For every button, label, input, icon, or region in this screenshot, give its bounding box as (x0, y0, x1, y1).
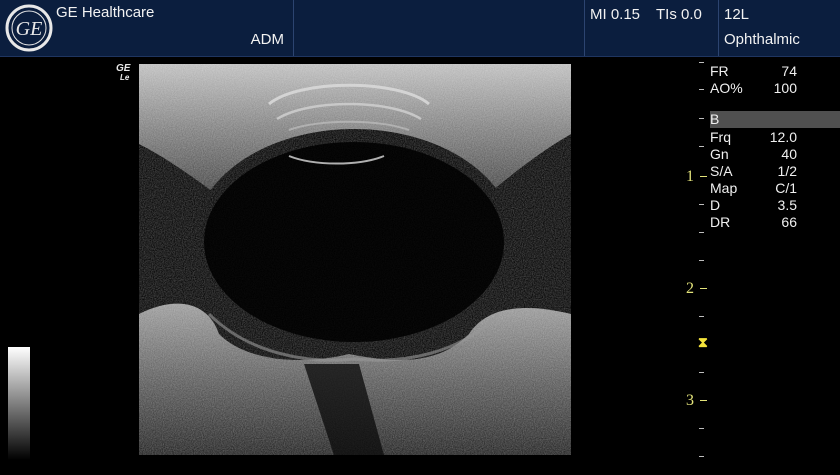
depth-tick (699, 372, 704, 373)
depth-label: 1 (686, 168, 694, 185)
header-divider (718, 0, 719, 56)
param-label: DR (710, 214, 731, 230)
thermal-index: TIs 0.0 (656, 6, 702, 23)
param-fr: FR 74 (710, 63, 840, 80)
depth-tick (699, 89, 704, 90)
param-label: D (710, 197, 721, 213)
ultrasound-image (139, 64, 571, 455)
orientation-logo: GE Le (116, 63, 131, 83)
param-gn: Gn 40 (710, 146, 840, 163)
svg-text:GE: GE (16, 18, 43, 40)
param-value: 100 (773, 80, 797, 96)
param-label: Gn (710, 146, 729, 162)
param-sa: S/A 1/2 (710, 163, 840, 180)
param-d: D 3.5 (710, 197, 840, 214)
mechanical-index: MI 0.15 (590, 6, 641, 23)
header-bar: GE GE Healthcare ADM MI 0.15 TIs 0.0 12L… (0, 0, 840, 57)
param-value: 12.0 (769, 129, 797, 145)
param-label: FR (710, 63, 729, 79)
param-label: Frq (710, 129, 731, 145)
depth-label: 2 (686, 280, 694, 297)
parameter-panel: FR 74 AO% 100 B Frq 12.0 Gn 40 S/A 1/2 M… (710, 63, 840, 231)
brand-name: GE Healthcare (56, 4, 155, 21)
depth-tick (699, 204, 704, 205)
probe-name: 12L (724, 6, 750, 23)
header-divider (293, 0, 294, 56)
depth-tick (699, 316, 704, 317)
depth-tick (699, 260, 704, 261)
param-frq: Frq 12.0 (710, 129, 840, 146)
ge-logo-icon: GE (5, 4, 53, 52)
depth-tick-major (700, 288, 707, 289)
grayscale-bar (8, 347, 30, 460)
depth-label: 3 (686, 392, 694, 409)
depth-scale: 1 2 ⧗ 3 (686, 56, 710, 475)
param-dr: DR 66 (710, 214, 840, 231)
param-label: AO% (710, 80, 743, 96)
focus-marker-icon: ⧗ (698, 334, 708, 350)
depth-tick (699, 456, 704, 457)
depth-tick (699, 146, 704, 147)
depth-tick (699, 62, 704, 63)
header-divider (584, 0, 585, 56)
param-value: 66 (781, 214, 797, 230)
depth-tick-major (700, 400, 707, 401)
param-value: 74 (781, 63, 797, 79)
depth-tick (699, 118, 704, 119)
ocular-scan (139, 64, 571, 455)
param-value: 1/2 (777, 163, 797, 179)
orientation-logo-line1: GE (116, 63, 131, 74)
param-label: S/A (710, 163, 733, 179)
param-ao: AO% 100 (710, 80, 840, 97)
orientation-logo-line2: Le (120, 73, 130, 82)
param-value: 3.5 (777, 197, 797, 213)
exam-preset: Ophthalmic (724, 31, 800, 48)
param-label: Map (710, 180, 738, 196)
param-value: 40 (781, 146, 797, 162)
depth-tick (699, 428, 704, 429)
param-map: Map C/1 (710, 180, 840, 197)
depth-tick-major (700, 176, 707, 177)
mode-label: ADM (250, 31, 284, 48)
param-value: C/1 (775, 180, 797, 196)
depth-tick (699, 232, 704, 233)
mode-b-label: B (710, 111, 720, 127)
param-mode-b: B (710, 111, 840, 128)
